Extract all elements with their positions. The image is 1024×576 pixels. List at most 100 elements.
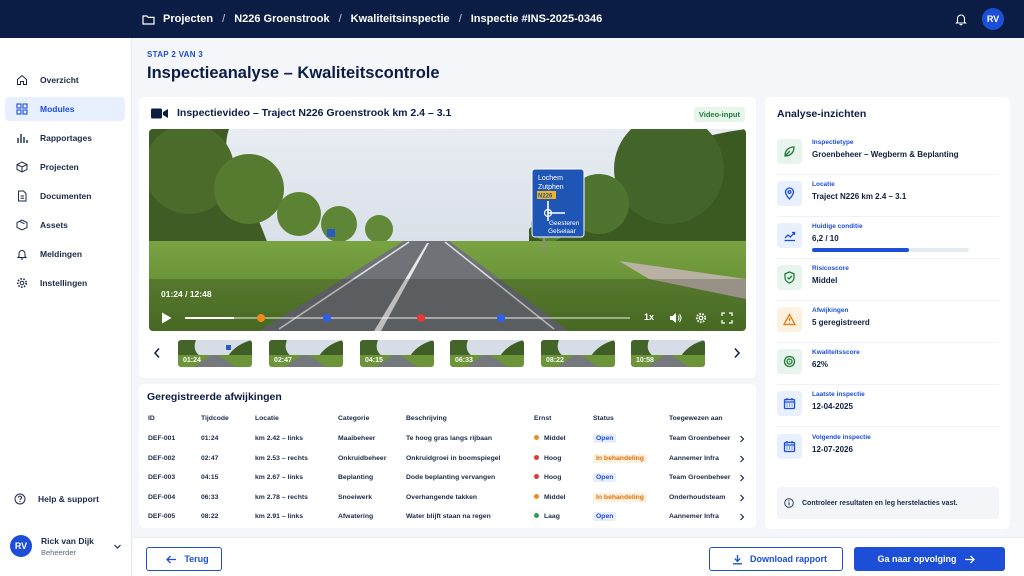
back-button[interactable]: Terug [146,547,222,571]
chevron-down-icon [113,542,122,551]
chevron-left-icon[interactable] [153,347,161,359]
insights-panel: Analyse-inzichten Controleer resultaten … [765,97,1010,529]
cell-description: Water blijft staan na regen [406,513,491,520]
breadcrumb: Projecten / N226 Groenstrook / Kwaliteit… [142,13,602,25]
sidebar-item-modules[interactable]: Modules [5,97,125,121]
video-thumbnail[interactable]: 04:15 [360,340,434,367]
insight-item: Laatste inspectie 12-04-2025 [777,387,999,427]
table-header: ID Tijdcode Locatie Categorie Beschrijving Er… [148,415,748,427]
chevron-right-icon[interactable] [739,474,745,482]
insight-value: Traject N226 km 2.4 – 3.1 [812,192,907,201]
video-thumbnail[interactable]: 10:58 [631,340,705,367]
thumbnail-time: 06:33 [455,357,473,364]
condition-progress-fill [812,248,910,252]
timeline-marker[interactable] [496,314,505,322]
sidebar-item-assets[interactable]: Assets [5,213,125,237]
insight-value: 12-04-2025 [812,402,853,411]
breadcrumb-item-projecten[interactable]: Projecten [163,13,213,25]
arrow-left-icon [159,555,184,564]
video-thumbnail[interactable]: 08:22 [541,340,615,367]
chevron-right-icon[interactable] [739,455,745,463]
timeline-marker[interactable] [256,314,265,322]
arrow-right-icon [957,555,982,564]
back-label: Terug [184,554,209,564]
cell-location: km 2.67 – links [255,474,303,481]
chevron-right-icon[interactable] [739,513,745,521]
download-report-button[interactable]: Download rapport [709,547,843,571]
box-icon [16,219,40,231]
breadcrumb-item-project[interactable]: N226 Groenstrook [234,13,329,25]
insight-label: Laatste inspectie [812,391,865,398]
timeline-marker[interactable] [416,314,425,322]
cell-location: km 2.53 – rechts [255,455,308,462]
status-badge: Open [593,473,617,482]
cell-status: Open [593,473,617,482]
thumbnail-time: 10:58 [636,357,654,364]
sign-text: Lochem [538,175,563,182]
video-player[interactable]: Lochem Zutphen N226 Geesteren Gelselaar … [149,129,746,331]
video-panel: Inspectievideo – Traject N226 Groenstroo… [139,97,756,378]
breadcrumb-item-inspection-type[interactable]: Kwaliteitsinspectie [351,13,450,25]
breadcrumb-separator: / [458,13,462,25]
next-step-button[interactable]: Ga naar opvolging [854,547,1005,571]
sign-text: Zutphen [538,184,564,191]
sidebar-item-documenten[interactable]: Documenten [5,184,125,208]
cell-category: Afwatering [338,513,374,520]
table-row[interactable]: DEF-002 02:47 km 2.53 – rechts Onkruidbehee… [148,454,748,467]
insight-item: Huidige conditie 6,2 / 10 [777,219,999,259]
sidebar-item-meldingen[interactable]: Meldingen [5,242,125,266]
sidebar-item-label: Meldingen [40,249,83,259]
thumbnail-time: 04:15 [365,357,383,364]
timeline-marker[interactable] [323,314,332,322]
cell-status: In behandeling [593,454,647,463]
note-text: Controleer resultaten en leg herstelacti… [802,499,958,507]
sidebar-item-label: Instellingen [40,278,88,288]
help-support-link[interactable]: Help & support [14,493,99,505]
cell-id: DEF-003 [148,474,176,481]
status-badge: Open [593,434,617,443]
column-header: Status [593,415,614,422]
timeline-progress [185,317,234,319]
table-row[interactable]: DEF-004 06:33 km 2.78 – rechts Snoeiwerk Ove… [148,493,748,506]
sidebar-item-label: Overzicht [40,75,79,85]
user-avatar-top[interactable]: RV [982,8,1004,30]
chevron-right-icon[interactable] [739,435,745,443]
bar-chart-icon [16,132,40,144]
video-thumbnail[interactable]: 02:47 [269,340,343,367]
cell-description: Dode beplanting vervangen [406,474,496,481]
table-row[interactable]: DEF-003 04:15 km 2.67 – links Beplanting Dod… [148,473,748,486]
sidebar-item-label: Projecten [40,162,79,172]
user-menu[interactable]: RV Rick van Dijk Beheerder [10,535,122,557]
fullscreen-icon[interactable] [721,312,733,324]
status-badge: In behandeling [593,454,647,463]
column-header: Tijdcode [201,415,229,422]
chevron-right-icon[interactable] [733,347,741,359]
playback-speed[interactable]: 1x [644,312,654,322]
play-icon[interactable] [161,312,172,324]
notification-bell-icon[interactable] [954,12,968,26]
sign-road-number: N226 [538,194,553,200]
cell-assignee: Team Groenbeheer [669,474,731,481]
severity-label: Hoog [544,474,562,481]
table-row[interactable]: DEF-001 01:24 km 2.42 – links Maaibeheer Te … [148,434,748,447]
avatar: RV [10,535,32,557]
sign-text: Geesteren [549,220,580,227]
sidebar-item-projecten[interactable]: Projecten [5,155,125,179]
settings-gear-icon[interactable] [695,312,707,324]
video-thumbnail[interactable]: 01:24 [178,340,252,367]
video-timeline[interactable] [185,314,630,322]
cell-category: Maaibeheer [338,435,376,442]
cell-severity: Hoog [534,455,561,462]
sidebar-item-overzicht[interactable]: Overzicht [5,68,125,92]
video-thumbnail[interactable]: 06:33 [450,340,524,367]
cell-time: 01:24 [201,435,219,442]
insight-value: Middel [812,276,838,285]
insights-note: Controleer resultaten en leg herstelacti… [777,487,999,519]
chevron-right-icon[interactable] [739,494,745,502]
sidebar-item-rapportages[interactable]: Rapportages [5,126,125,150]
volume-icon[interactable] [669,312,682,324]
table-row[interactable]: DEF-005 08:22 km 2.91 – links Afwatering Wat… [148,512,748,525]
cell-description: Te hoog gras langs rijbaan [406,435,492,442]
shield-check-icon [777,265,802,290]
sidebar-item-instellingen[interactable]: Instellingen [5,271,125,295]
